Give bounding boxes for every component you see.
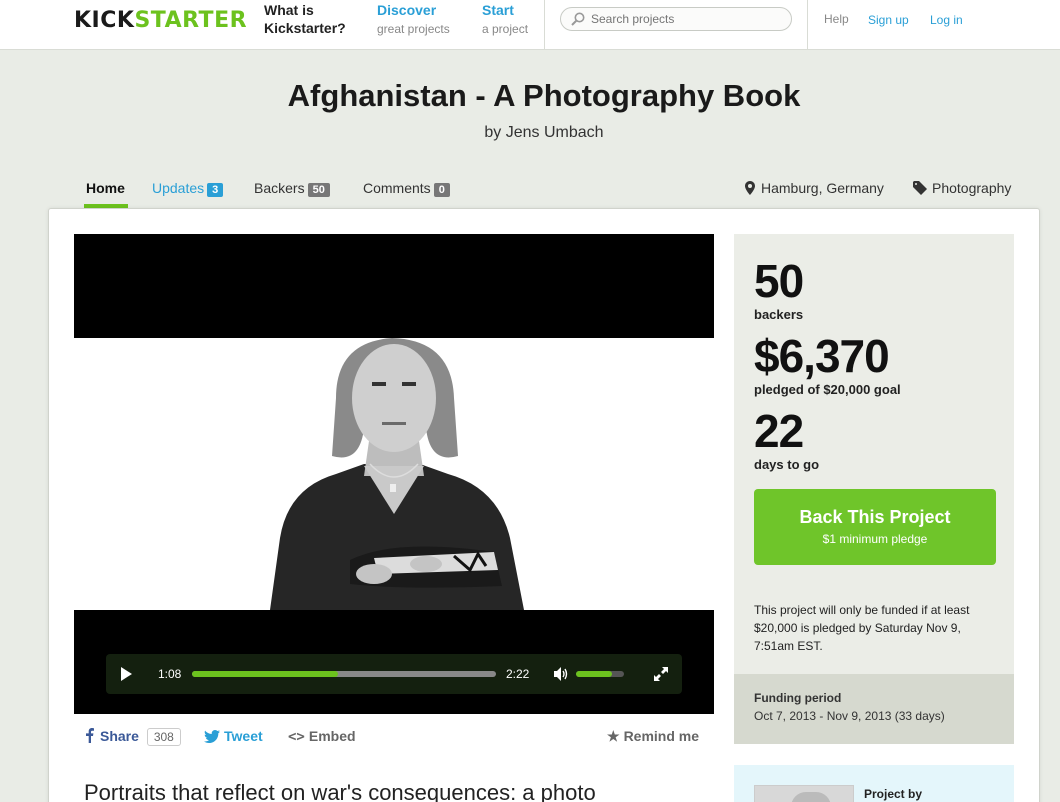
play-icon[interactable] bbox=[120, 667, 132, 681]
embed-button[interactable]: <> Embed bbox=[288, 728, 356, 745]
updates-count-badge: 3 bbox=[207, 183, 224, 197]
category-label: Photography bbox=[932, 180, 1012, 196]
map-pin-icon bbox=[745, 181, 755, 195]
back-button-label: Back This Project bbox=[799, 507, 951, 527]
log-in-link[interactable]: Log in bbox=[930, 13, 963, 27]
tab-updates[interactable]: Updates 3 bbox=[152, 180, 224, 197]
video-frame-portrait bbox=[74, 338, 714, 610]
search-icon bbox=[571, 12, 585, 26]
twitter-bird-icon bbox=[204, 730, 220, 743]
code-brackets-icon: <> bbox=[288, 729, 305, 745]
project-by-label: Project by bbox=[864, 787, 923, 801]
nav-discover-title: Discover bbox=[377, 2, 437, 18]
star-icon: ★ bbox=[607, 728, 620, 744]
tweet-label: Tweet bbox=[224, 728, 263, 744]
share-count: 308 bbox=[146, 728, 181, 746]
logo-text-starter: STARTER bbox=[134, 8, 248, 33]
nav-start[interactable]: Start a project bbox=[482, 1, 528, 38]
nav-start-title: Start bbox=[482, 2, 514, 18]
funding-period-title: Funding period bbox=[754, 691, 842, 705]
tag-icon bbox=[913, 181, 927, 195]
nav-what-is-line2: Kickstarter? bbox=[264, 20, 346, 36]
tab-backers[interactable]: Backers 50 bbox=[254, 180, 330, 197]
project-creator-box: Project by bbox=[734, 765, 1014, 802]
funding-period-box: Funding period Oct 7, 2013 - Nov 9, 2013… bbox=[734, 674, 1014, 744]
location-link[interactable]: Hamburg, Germany bbox=[745, 180, 884, 196]
project-byline[interactable]: by Jens Umbach bbox=[0, 124, 1060, 142]
location-label: Hamburg, Germany bbox=[761, 180, 884, 196]
search-box[interactable] bbox=[560, 7, 792, 31]
tab-backers-label: Backers bbox=[254, 180, 305, 196]
nav-discover-sub: great projects bbox=[377, 22, 450, 36]
search-input[interactable] bbox=[591, 11, 786, 27]
video-current-time: 1:08 bbox=[158, 667, 182, 681]
top-navigation-bar: KICKSTARTER What is Kickstarter? Discove… bbox=[0, 0, 1060, 50]
pledged-amount: $6,370 bbox=[754, 330, 890, 382]
funding-note: This project will only be funded if at l… bbox=[754, 603, 970, 653]
volume-slider[interactable] bbox=[576, 671, 624, 677]
share-label: Share bbox=[100, 728, 139, 744]
nav-what-is-line1: What is bbox=[264, 2, 314, 18]
volume-fill bbox=[576, 671, 612, 677]
video-duration: 2:22 bbox=[506, 667, 530, 681]
tweet-button[interactable]: Tweet bbox=[204, 728, 263, 744]
sign-up-link[interactable]: Sign up bbox=[868, 13, 909, 27]
tab-home-label: Home bbox=[86, 180, 125, 196]
video-controls: 1:08 2:22 bbox=[106, 654, 682, 694]
nav-divider-right bbox=[807, 0, 808, 50]
minimum-pledge-label: $1 minimum pledge bbox=[822, 532, 928, 546]
video-progress-fill bbox=[192, 671, 338, 677]
backers-count-badge: 50 bbox=[307, 183, 330, 197]
nav-divider bbox=[544, 0, 545, 50]
backers-count: 50 bbox=[754, 255, 804, 307]
video-progress-track[interactable] bbox=[192, 671, 496, 677]
nav-what-is-kickstarter[interactable]: What is Kickstarter? bbox=[264, 1, 346, 37]
portrait-image bbox=[74, 338, 714, 610]
logo-text-kick: KICK bbox=[74, 8, 135, 33]
funding-period-dates: Oct 7, 2013 - Nov 9, 2013 (33 days) bbox=[754, 709, 945, 723]
remind-me-label: Remind me bbox=[623, 728, 700, 744]
volume-icon[interactable] bbox=[554, 667, 568, 681]
pledged-goal-label: pledged of $20,000 goal bbox=[754, 382, 901, 397]
tab-updates-label: Updates bbox=[152, 180, 205, 196]
tab-comments[interactable]: Comments 0 bbox=[363, 180, 450, 197]
facebook-share-button[interactable]: Share 308 bbox=[86, 728, 181, 746]
facebook-icon bbox=[86, 728, 94, 743]
help-link[interactable]: Help bbox=[824, 12, 849, 26]
description-heading: Portraits that reflect on war's conseque… bbox=[84, 780, 596, 802]
back-this-project-button[interactable]: Back This Project $1 minimum pledge bbox=[754, 489, 996, 565]
fullscreen-icon[interactable] bbox=[654, 667, 668, 681]
days-to-go-count: 22 bbox=[754, 405, 804, 457]
remind-me-button[interactable]: ★ Remind me bbox=[607, 728, 699, 745]
embed-label: Embed bbox=[308, 728, 356, 744]
category-link[interactable]: Photography bbox=[913, 180, 1011, 196]
nav-start-sub: a project bbox=[482, 22, 529, 36]
creator-avatar[interactable] bbox=[754, 785, 854, 802]
tab-home[interactable]: Home bbox=[86, 180, 125, 196]
comments-count-badge: 0 bbox=[433, 183, 450, 197]
nav-discover[interactable]: Discover great projects bbox=[377, 1, 450, 38]
backers-label: backers bbox=[754, 307, 804, 322]
avatar-face bbox=[791, 792, 831, 802]
tab-comments-label: Comments bbox=[363, 180, 431, 196]
kickstarter-logo[interactable]: KICKSTARTER bbox=[74, 8, 247, 33]
project-title: Afghanistan - A Photography Book bbox=[287, 78, 801, 113]
days-to-go-label: days to go bbox=[754, 457, 820, 472]
